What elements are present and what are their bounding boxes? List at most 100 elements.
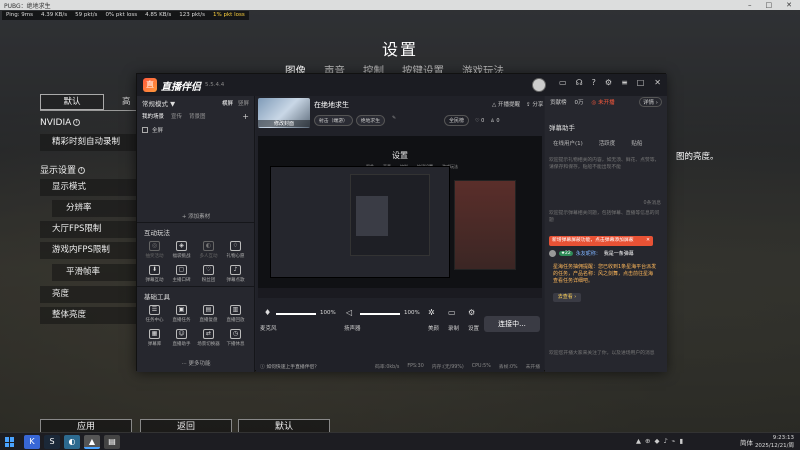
out-pkt-text: 123 pkt/s <box>179 12 206 18</box>
block-feature-banner[interactable]: 新增弹幕屏蔽功能，点击弹幕添加屏蔽 ✕ <box>549 236 653 246</box>
tools-item[interactable]: ⇄ 场景切换器 <box>195 329 222 347</box>
taskbar-streaming-app-icon[interactable]: ▲ <box>84 435 100 449</box>
tab-boat[interactable]: 贴船 <box>631 139 642 147</box>
record-icon[interactable]: ▭ <box>448 308 456 317</box>
brightness-row[interactable]: 亮度 <box>40 286 138 303</box>
tools-item[interactable]: ▤ 直播复盘 <box>195 305 222 323</box>
tools-item[interactable]: ☰ 任务中心 <box>141 305 168 323</box>
more-functions-button[interactable]: ··· 更多功能 <box>137 359 255 367</box>
settings-gear-icon[interactable]: ⚙ <box>468 308 475 317</box>
add-material-button[interactable]: + 添加素材 <box>137 212 255 220</box>
mic-volume-slider[interactable] <box>276 313 316 315</box>
tab-my-scenes[interactable]: 我的场景 <box>142 112 164 120</box>
audio-controls: ♦ 100% 麦克风 ◁ 100% 扬声器 ✲ 美颜 ▭ 录制 ⚙ 设置 连接中… <box>256 298 544 356</box>
interact-item[interactable]: ♡ 粉丝团 <box>195 265 222 283</box>
maximize-button[interactable]: □ <box>766 1 773 9</box>
edit-icon[interactable]: ✎ <box>388 115 400 126</box>
app-name: 直播伴侣 <box>161 81 201 93</box>
tab-promo[interactable]: 宣传 <box>171 112 182 120</box>
tray-network-icon[interactable]: ⊕ <box>645 437 650 445</box>
lobby-fps-row[interactable]: 大厅FPS限制 <box>40 221 138 238</box>
gear-icon[interactable]: ⚙ <box>605 78 612 87</box>
taskbar-steam-icon[interactable]: S <box>44 435 60 449</box>
tools-item[interactable]: ◷ 下播休息 <box>222 329 249 347</box>
tools-item[interactable]: ☺ 直播助手 <box>168 329 195 347</box>
stream-cover[interactable]: 修改封面 <box>258 98 310 128</box>
leaderboard-badge[interactable]: 全民榜 <box>444 115 470 126</box>
overall-brightness-row[interactable]: 整体亮度 <box>40 307 138 324</box>
speaker-icon[interactable]: ◁ <box>346 308 352 317</box>
tab-activity[interactable]: 活跃度 <box>599 139 616 147</box>
landscape-option[interactable]: 横屏 <box>222 101 233 107</box>
info-icon[interactable]: i <box>73 119 81 126</box>
tag-game[interactable]: 绝地求生 <box>355 115 385 126</box>
tab-online-users[interactable]: 在线用户(1) <box>553 139 583 147</box>
mode-dropdown[interactable]: 常规模式 ▼ <box>142 98 175 108</box>
tray-battery-icon[interactable]: ▮ <box>680 437 684 445</box>
beauty-icon[interactable]: ✲ <box>428 308 435 317</box>
app-maximize-button[interactable]: □ <box>637 78 645 87</box>
tag-category[interactable]: 射击（端游） <box>314 115 353 126</box>
interact-item[interactable]: ♢ 礼物心愿 <box>222 241 249 259</box>
scene-item-fullscreen[interactable]: 全屏 <box>142 125 249 135</box>
portrait-option[interactable]: 竖屏 <box>238 101 249 107</box>
tools-item-label: 下播休息 <box>226 342 245 347</box>
start-stream-button[interactable]: 连接中... <box>484 316 540 332</box>
tray-expand-icon[interactable]: ▲ <box>636 437 641 445</box>
ingame-fps-row[interactable]: 游戏内FPS限制 <box>40 242 138 259</box>
system-tray: ▲ ⊕ ◆ ♪ ⌁ ▮ <box>636 437 683 445</box>
tools-item-icon: ▤ <box>203 305 214 315</box>
help-icon[interactable]: ? <box>592 78 596 87</box>
add-scene-icon[interactable]: + <box>242 112 249 121</box>
quick-start-link[interactable]: ⓘ 如何快速上手直播伴侣？ <box>260 363 319 370</box>
interact-item[interactable]: ▢ 主播口碑 <box>168 265 195 283</box>
app-minimize-button[interactable]: – <box>623 78 627 87</box>
tools-item[interactable]: ▣ 直播任务 <box>168 305 195 323</box>
contribution-tab[interactable]: 贡献榜 <box>550 98 567 106</box>
system-clock[interactable]: 9:23:13 2025/12/21/周日 <box>752 434 794 450</box>
tray-app-icon[interactable]: ◆ <box>654 437 659 445</box>
user-nickname[interactable]: 永友昵称： <box>576 250 601 257</box>
user-tabs: 在线用户(1) 活跃度 贴船 <box>553 139 642 147</box>
screen-icon[interactable]: ▭ <box>559 78 567 87</box>
display-mode-row[interactable]: 显示模式 <box>40 179 138 196</box>
details-button[interactable]: 详情 › <box>639 97 662 107</box>
interact-item[interactable]: ♪ 弹幕点歌 <box>222 265 249 283</box>
tools-item[interactable]: ▦ 弹幕库 <box>141 329 168 347</box>
tab-background[interactable]: 背景图 <box>189 112 206 120</box>
taskbar-app-icon[interactable]: ◐ <box>64 435 80 449</box>
share-button[interactable]: ⇪ 分享 <box>526 100 543 108</box>
likes-count: ♡ 0 <box>475 117 485 124</box>
interact-item[interactable]: ◎ 抽奖活动 <box>141 241 168 259</box>
speaker-volume-slider[interactable] <box>360 313 400 315</box>
windows-start-icon[interactable] <box>5 437 15 447</box>
app-close-button[interactable]: ✕ <box>654 78 661 87</box>
smooth-framerate-row[interactable]: 平滑帧率 <box>52 264 138 281</box>
stream-preview[interactable]: 设置 图像 声音 控制 按键设置 游戏玩法 <box>258 136 542 298</box>
tray-wifi-icon[interactable]: ⌁ <box>672 437 676 445</box>
interact-item[interactable]: ⬇ 弹幕互动 <box>141 265 168 283</box>
tray-volume-icon[interactable]: ♪ <box>663 437 667 445</box>
microphone-icon[interactable]: ♦ <box>264 308 271 317</box>
view-task-button[interactable]: 去查看 › <box>553 293 581 302</box>
headset-icon[interactable]: ☊ <box>576 78 583 87</box>
interact-item[interactable]: ◈ 福袋挑战 <box>168 241 195 259</box>
avatar[interactable] <box>532 78 546 92</box>
close-icon[interactable]: ✕ <box>646 236 650 246</box>
nvidia-highlights-row[interactable]: 精彩时刻自动录制 <box>40 134 138 151</box>
in-loss-text: 0% pkt loss <box>105 12 138 18</box>
checkbox-icon[interactable] <box>142 127 148 133</box>
interact-item[interactable]: ◐ 多人互动 <box>195 241 222 259</box>
taskbar-app-k-icon[interactable]: K <box>24 435 40 449</box>
preset-default-tab[interactable]: 默认 <box>40 94 104 110</box>
close-button[interactable]: ✕ <box>786 1 792 9</box>
live-reminder-button[interactable]: △ 开播提醒 <box>492 100 520 108</box>
resolution-row[interactable]: 分辨率 <box>52 200 138 217</box>
stream-title[interactable]: 在绝地求生 <box>314 100 349 110</box>
app-header[interactable]: 直 直播伴侣 5.5.4.4 ▭ ☊ ? ⚙ ≡ – □ ✕ <box>137 74 667 96</box>
tools-item[interactable]: ▥ 直播回放 <box>222 305 249 323</box>
minimize-button[interactable]: – <box>748 1 752 9</box>
taskbar-pubg-icon[interactable]: ▤ <box>104 435 120 449</box>
info-icon[interactable]: i <box>78 167 86 174</box>
game-window-titlebar[interactable]: PUBG：绝地求生 – □ ✕ <box>0 0 800 10</box>
